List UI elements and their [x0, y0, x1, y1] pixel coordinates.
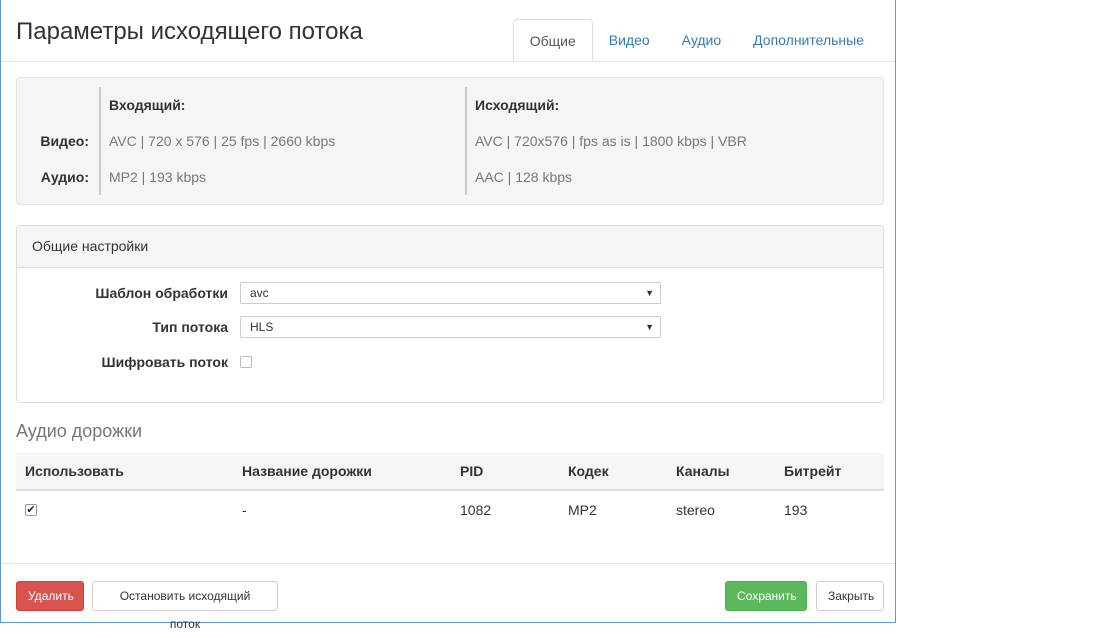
- divider: [465, 87, 467, 195]
- outgoing-video-value: AVC | 720x576 | fps as is | 1800 kbps | …: [475, 133, 747, 149]
- audio-tracks-title: Аудио дорожки: [16, 421, 143, 441]
- tab-audio[interactable]: Аудио: [666, 19, 738, 60]
- track-pid: 1082: [460, 502, 492, 518]
- audio-tracks-table: Использовать Название дорожки PID Кодек …: [16, 453, 884, 529]
- template-row: Шаблон обработки avc ▼: [17, 281, 883, 305]
- table-header: Использовать Название дорожки PID Кодек …: [16, 453, 884, 491]
- chevron-down-icon: ▼: [645, 322, 654, 332]
- tab-advanced[interactable]: Дополнительные: [737, 19, 880, 60]
- stream-params-dialog: Параметры исходящего потока Общие Видео …: [0, 0, 896, 631]
- track-channels: stereo: [676, 502, 715, 518]
- video-label: Видео:: [40, 133, 89, 149]
- delete-button[interactable]: Удалить: [16, 581, 84, 611]
- template-value: avc: [250, 286, 269, 300]
- divider: [99, 87, 101, 195]
- panel-title: Общие настройки: [17, 226, 883, 268]
- stream-type-label: Тип потока: [152, 319, 228, 335]
- column-header: Битрейт: [784, 463, 842, 479]
- chevron-down-icon: ▼: [645, 288, 654, 298]
- column-header: Кодек: [568, 463, 609, 479]
- page-title: Параметры исходящего потока: [16, 18, 363, 45]
- audio-label: Аудио:: [40, 169, 89, 185]
- column-header: PID: [460, 463, 484, 479]
- general-settings-panel: Общие настройки Шаблон обработки avc ▼ Т…: [16, 225, 884, 403]
- track-name: -: [242, 502, 247, 518]
- save-button[interactable]: Сохранить: [725, 581, 807, 611]
- encrypt-checkbox[interactable]: [240, 356, 252, 368]
- encrypt-row: Шифровать поток: [17, 350, 883, 374]
- outgoing-audio-value: AAC | 128 kbps: [475, 169, 573, 185]
- outgoing-header: Исходящий:: [475, 97, 560, 113]
- table-row: ✔ - 1082 MP2 stereo 193: [16, 491, 884, 529]
- incoming-audio-value: MP2 | 193 kbps: [109, 169, 207, 185]
- tab-bar: Общие Видео Аудио Дополнительные: [512, 19, 880, 61]
- stream-type-row: Тип потока HLS ▼: [17, 315, 883, 339]
- stream-type-select[interactable]: HLS ▼: [240, 316, 661, 338]
- stream-summary: Входящий: Исходящий: Видео: Аудио: AVC |…: [16, 77, 884, 205]
- encrypt-label: Шифровать поток: [101, 354, 228, 370]
- template-label: Шаблон обработки: [95, 285, 228, 301]
- dialog-header: Параметры исходящего потока Общие Видео …: [1, 0, 895, 62]
- track-codec: MP2: [568, 502, 597, 518]
- stop-stream-button[interactable]: Остановить исходящий поток: [92, 581, 278, 631]
- stream-type-value: HLS: [250, 320, 274, 334]
- dialog-footer: Удалить Остановить исходящий поток Сохра…: [1, 563, 895, 631]
- tab-video[interactable]: Видео: [593, 19, 666, 60]
- use-track-checkbox[interactable]: ✔: [25, 504, 37, 516]
- column-header: Каналы: [676, 463, 730, 479]
- tab-general[interactable]: Общие: [512, 19, 593, 61]
- column-header: Использовать: [25, 463, 124, 479]
- template-select[interactable]: avc ▼: [240, 282, 661, 304]
- column-header: Название дорожки: [242, 463, 372, 479]
- incoming-header: Входящий:: [109, 97, 186, 113]
- incoming-video-value: AVC | 720 x 576 | 25 fps | 2660 kbps: [109, 133, 336, 149]
- close-button[interactable]: Закрыть: [816, 581, 884, 611]
- track-bitrate: 193: [784, 502, 808, 518]
